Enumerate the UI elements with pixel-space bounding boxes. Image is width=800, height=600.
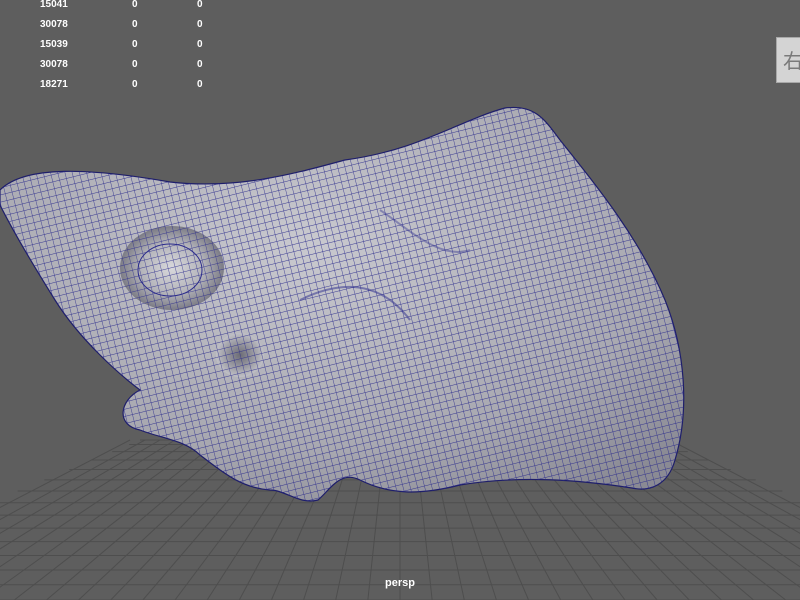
hud-row: 30078 0 0 <box>0 55 220 75</box>
hud-row: 15041 0 0 <box>0 0 220 15</box>
view-cube-icon[interactable]: 右 <box>776 37 800 83</box>
grid-line <box>0 439 131 508</box>
hud-value: 30078 <box>40 19 68 30</box>
hud-value: 0 <box>132 0 138 10</box>
hud-value: 0 <box>132 19 138 30</box>
hud-row: 30078 0 0 <box>0 15 220 35</box>
hud-value: 0 <box>197 19 203 30</box>
mesh-object[interactable] <box>0 106 685 502</box>
hud-row: 18271 0 0 <box>0 75 220 95</box>
hud-value: 0 <box>197 39 203 50</box>
hud-value: 0 <box>132 59 138 70</box>
grid-line <box>0 439 206 588</box>
grid-line <box>13 439 221 600</box>
view-cube-face-label[interactable]: 右 <box>783 49 800 73</box>
hud-value: 0 <box>132 79 138 90</box>
grid-line <box>654 439 800 521</box>
hud-value: 15039 <box>40 39 68 50</box>
camera-label: persp <box>385 577 415 589</box>
grid-line <box>0 439 176 550</box>
grid-line <box>0 439 191 568</box>
grid-line <box>669 439 800 508</box>
hud-value: 0 <box>132 39 138 50</box>
hud-row: 15039 0 0 <box>0 35 220 55</box>
hud-value: 0 <box>197 0 203 10</box>
hud-value: 0 <box>197 79 203 90</box>
grid-line <box>0 439 146 521</box>
hud-value: 15041 <box>40 0 68 10</box>
hud-value: 0 <box>197 59 203 70</box>
hud-value: 30078 <box>40 59 68 70</box>
hud-value: 18271 <box>40 79 68 90</box>
grid-line <box>46 439 236 600</box>
